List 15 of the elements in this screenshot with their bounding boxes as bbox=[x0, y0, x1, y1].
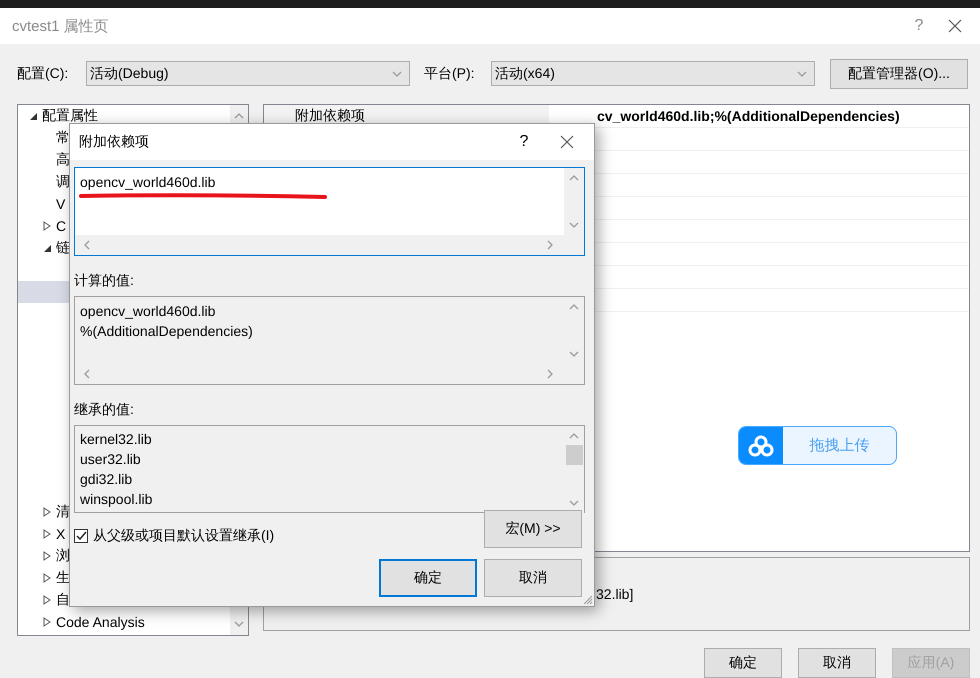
inherited-label: 继承的值: bbox=[74, 401, 135, 419]
inherited-value-line: user32.lib bbox=[80, 450, 142, 469]
inherited-value-line: kernel32.lib bbox=[80, 430, 153, 449]
input-text: opencv_world460d.lib bbox=[80, 173, 216, 192]
config-label: 配置(C): bbox=[17, 64, 70, 82]
platform-label: 平台(P): bbox=[424, 64, 476, 82]
inherited-value-line: gdi32.lib bbox=[80, 470, 134, 489]
inherited-value-line: winspool.lib bbox=[80, 490, 154, 509]
computed-value-line: %(AdditionalDependencies) bbox=[80, 322, 254, 341]
description-text: 32.lib] bbox=[596, 586, 634, 602]
dialog-title: 附加依赖项 bbox=[79, 133, 150, 151]
property-value: cv_world460d.lib;%(AdditionalDependencies) bbox=[596, 107, 900, 126]
computed-label: 计算的值: bbox=[74, 272, 135, 290]
computed-value-line: opencv_world460d.lib bbox=[80, 302, 216, 321]
window-title: cvtest1 属性页 bbox=[12, 16, 110, 36]
